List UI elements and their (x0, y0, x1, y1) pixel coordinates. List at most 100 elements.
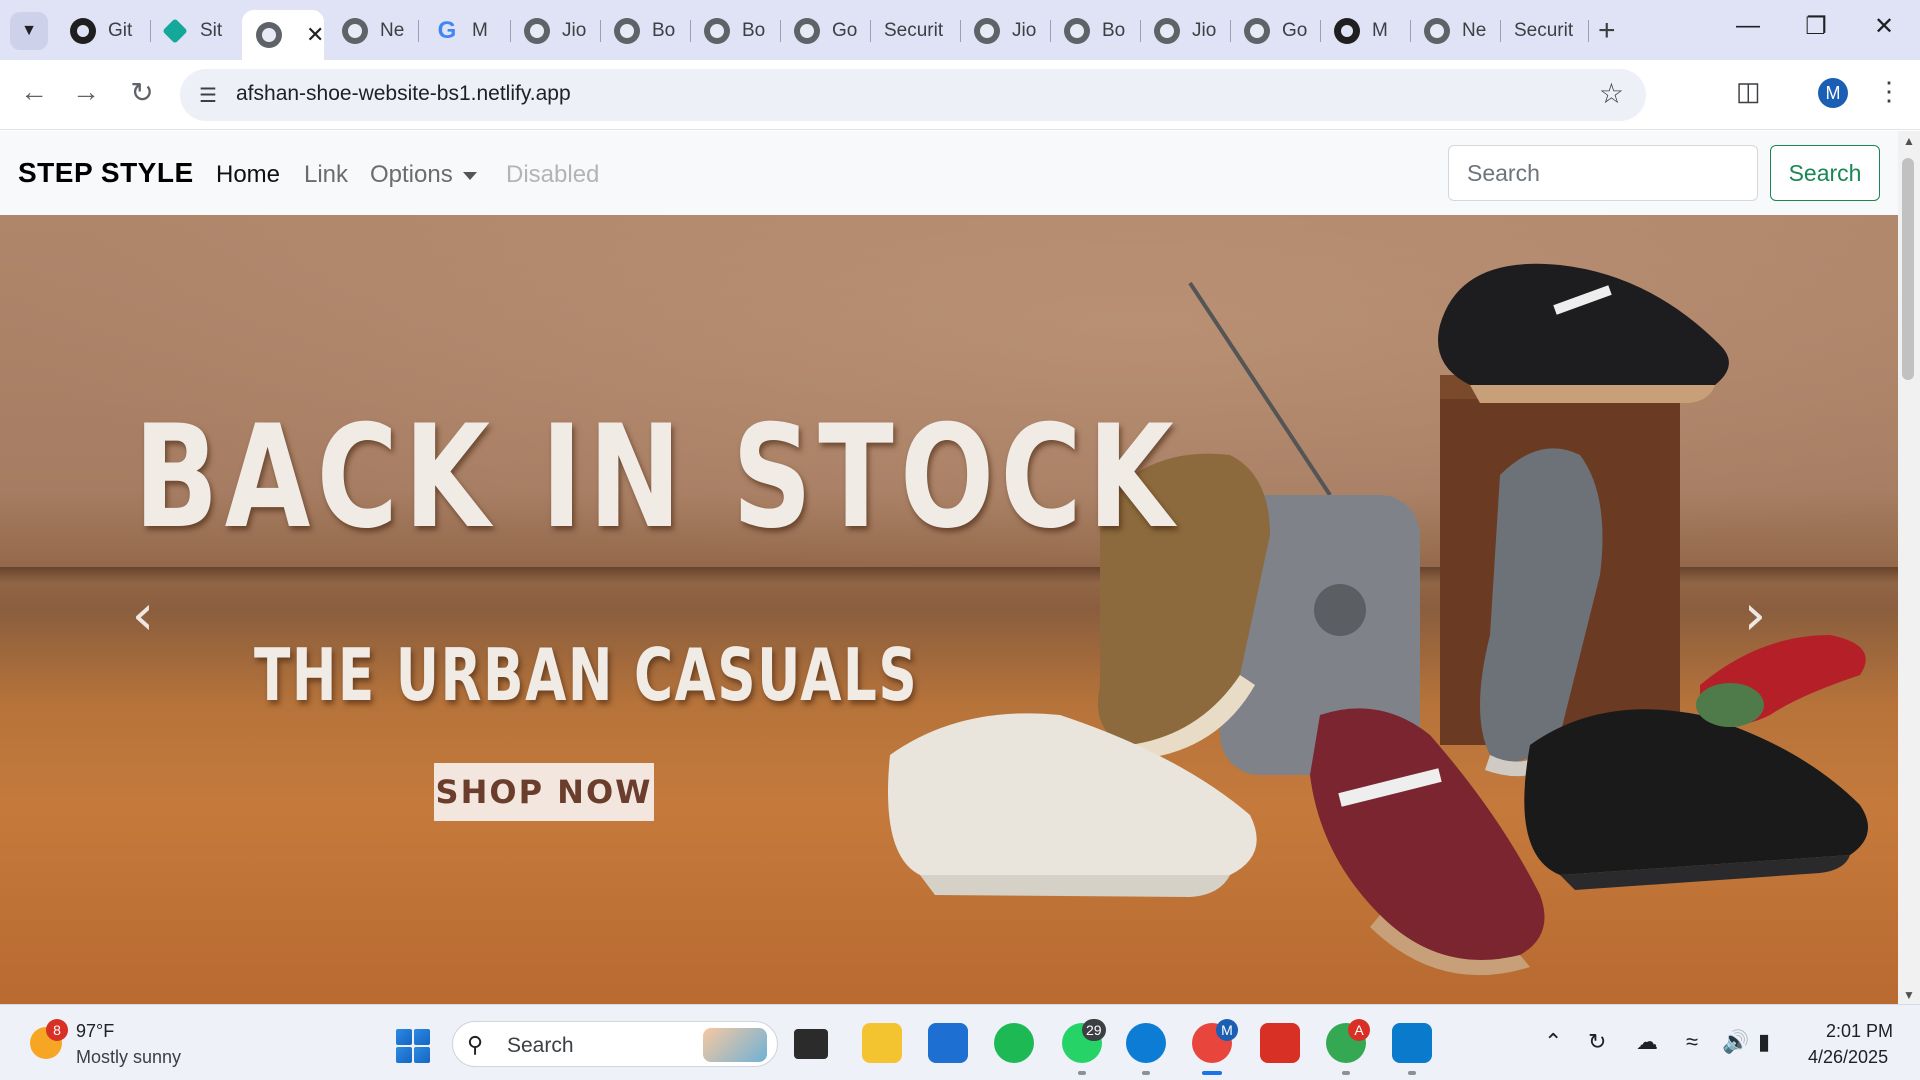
globe-icon (524, 18, 550, 44)
weather-description[interactable]: Mostly sunny (76, 1047, 181, 1068)
tab-security-1[interactable]: Securit (870, 10, 960, 52)
wifi-icon[interactable]: ≈ (1686, 1029, 1698, 1055)
tab-ne-2[interactable]: Ne (1410, 10, 1500, 52)
clock-time[interactable]: 2:01 PM (1826, 1021, 1893, 1042)
tab-bo-1[interactable]: Bo (600, 10, 690, 52)
tab-search-button[interactable]: ▼ (10, 12, 48, 50)
tab-label: Bo (652, 20, 676, 41)
chevron-down-icon: ▼ (21, 22, 37, 39)
browser-menu-icon[interactable]: ⋮ (1876, 76, 1902, 107)
browser-toolbar: ← → ↻ ☰ afshan-shoe-website-bs1.netlify.… (0, 60, 1920, 130)
tab-go-1[interactable]: Go (780, 10, 870, 52)
bookmark-star-icon[interactable]: ☆ (1599, 77, 1624, 110)
search-highlight-image (703, 1028, 767, 1062)
hero-headline: BACK IN STOCK (134, 395, 1181, 560)
scroll-down-icon[interactable]: ▼ (1900, 988, 1918, 1002)
tab-jio-3[interactable]: Jio (1140, 10, 1230, 52)
tab-site[interactable]: Sit (148, 10, 240, 52)
tab-label: Go (832, 20, 858, 41)
profile-avatar[interactable]: M (1818, 78, 1848, 108)
tab-github[interactable]: Git (56, 10, 148, 52)
wps-office-icon[interactable] (1260, 1023, 1300, 1063)
github-icon (70, 18, 96, 44)
site-info-icon[interactable]: ☰ (194, 81, 222, 109)
address-bar[interactable]: ☰ afshan-shoe-website-bs1.netlify.app ☆ (180, 69, 1646, 121)
tab-label: Ne (1462, 20, 1487, 41)
scroll-up-icon[interactable]: ▲ (1900, 134, 1918, 148)
nav-link[interactable]: Link (304, 161, 348, 189)
minimize-button[interactable]: — (1728, 12, 1768, 40)
site-search-input[interactable] (1448, 145, 1758, 201)
tab-label: Sit (200, 20, 223, 41)
sync-icon[interactable]: ↻ (1588, 1029, 1606, 1055)
tab-jio-2[interactable]: Jio (960, 10, 1050, 52)
close-tab-icon[interactable]: ✕ (306, 22, 324, 48)
caret-down-icon (462, 171, 477, 180)
tab-label: Securit (884, 20, 944, 41)
tab-bo-3[interactable]: Bo (1050, 10, 1140, 52)
brand-logo[interactable]: STEP STYLE (18, 157, 194, 189)
web-page: STEP STYLE Home Link Options Disabled Se… (0, 131, 1898, 1004)
chevron-up-icon[interactable]: ⌃ (1544, 1029, 1562, 1055)
file-explorer-icon[interactable] (862, 1023, 902, 1063)
battery-icon[interactable]: ▮ (1758, 1029, 1770, 1055)
scrollbar-thumb[interactable] (1902, 158, 1914, 380)
volume-icon[interactable]: 🔊 (1722, 1029, 1749, 1055)
forward-icon[interactable]: → (66, 76, 106, 108)
tab-bo-2[interactable]: Bo (690, 10, 780, 52)
globe-icon (1424, 18, 1450, 44)
onedrive-icon[interactable]: ☁ (1636, 1029, 1658, 1055)
taskbar-search[interactable]: ⚲ Search (452, 1021, 778, 1067)
tab-label: Bo (742, 20, 766, 41)
tab-label: Jio (1012, 20, 1037, 41)
url-text[interactable]: afshan-shoe-website-bs1.netlify.app (236, 82, 571, 106)
tab-active[interactable]: ✕ (242, 10, 324, 60)
clock-date[interactable]: 4/26/2025 (1808, 1047, 1888, 1068)
carousel-next-icon[interactable]: › (1730, 583, 1780, 648)
hero-carousel: BACK IN STOCK THE URBAN CASUALS SHOP NOW… (0, 215, 1898, 1004)
globe-icon (1064, 18, 1090, 44)
globe-icon (794, 18, 820, 44)
nav-disabled: Disabled (506, 161, 600, 188)
tab-label: Jio (1192, 20, 1217, 41)
microsoft-store-icon[interactable] (928, 1023, 968, 1063)
tab-jio[interactable]: Jio (510, 10, 600, 52)
globe-icon (704, 18, 730, 44)
carousel-prev-icon[interactable]: ‹ (118, 583, 168, 648)
extensions-icon[interactable]: ◫ (1736, 76, 1761, 107)
windows-start-icon[interactable] (396, 1029, 430, 1063)
tab-label: M (1372, 20, 1388, 41)
weather-temperature[interactable]: 97°F (76, 1021, 114, 1042)
close-window-button[interactable]: ✕ (1864, 12, 1904, 41)
nav-options-dropdown[interactable]: Options (370, 161, 477, 189)
edge-icon[interactable] (1126, 1023, 1166, 1063)
site-search-button[interactable]: Search (1770, 145, 1880, 201)
reload-icon[interactable]: ↻ (122, 76, 162, 109)
tab-go-2[interactable]: Go (1230, 10, 1320, 52)
tab-google[interactable]: G M (420, 10, 510, 52)
tab-label: Git (108, 20, 133, 41)
nav-home[interactable]: Home (216, 161, 280, 189)
site-icon (162, 18, 188, 44)
tab-security-2[interactable]: Securit (1500, 10, 1590, 52)
windows-taskbar: 8 97°F Mostly sunny ⚲ Search 29 M A ⌃ ↻ … (0, 1004, 1920, 1080)
browser-tab-strip: ▼ Git Sit ✕ Ne G M Jio Bo Bo Go Securit … (0, 0, 1920, 60)
vscode-icon[interactable] (1392, 1023, 1432, 1063)
task-view-icon[interactable] (794, 1029, 828, 1059)
tab-github-2[interactable]: M (1320, 10, 1410, 52)
shop-now-button[interactable]: SHOP NOW (434, 763, 654, 821)
whatsapp-badge: 29 (1082, 1019, 1106, 1041)
globe-icon (256, 22, 282, 48)
back-icon[interactable]: ← (14, 76, 54, 108)
tab-label: Go (1282, 20, 1308, 41)
restore-button[interactable]: ❐ (1796, 12, 1836, 41)
spotify-icon[interactable] (994, 1023, 1034, 1063)
google-icon: G (437, 17, 457, 44)
globe-icon (342, 18, 368, 44)
hero-subheadline: THE URBAN CASUALS (254, 633, 919, 717)
tab-ne[interactable]: Ne (328, 10, 418, 52)
globe-icon (974, 18, 1000, 44)
new-tab-button[interactable]: + (1598, 14, 1616, 48)
search-icon: ⚲ (467, 1032, 484, 1057)
hero-product-image (888, 263, 1868, 976)
